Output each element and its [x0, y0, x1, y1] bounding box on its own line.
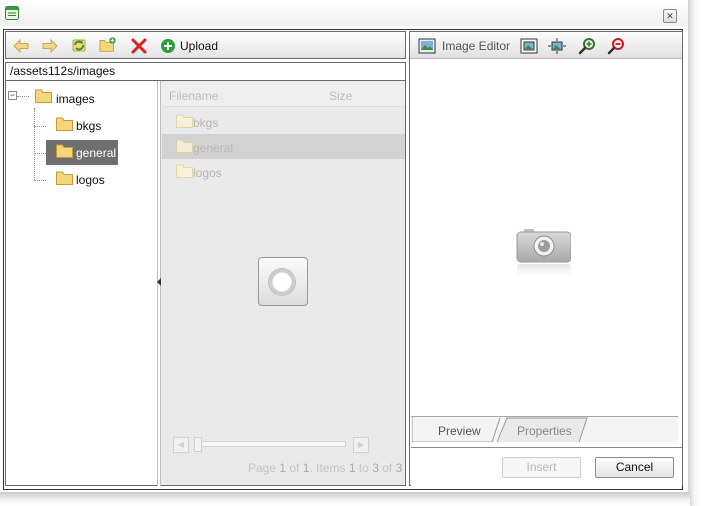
- total-items: 3: [395, 461, 403, 475]
- delete-icon[interactable]: [130, 37, 148, 55]
- tab-label: Properties: [517, 424, 572, 438]
- fit-icon[interactable]: [520, 37, 538, 55]
- file-row[interactable]: logos: [162, 159, 405, 184]
- tab-label: Preview: [438, 424, 481, 438]
- pager-text: of: [289, 461, 300, 475]
- current-page: 1: [279, 461, 287, 475]
- tree-connector: [34, 180, 46, 181]
- no-image-camera-icon: [515, 226, 572, 278]
- refresh-icon[interactable]: [70, 36, 88, 54]
- tree-connector: [34, 108, 35, 180]
- close-button[interactable]: ✕: [663, 9, 677, 23]
- file-row[interactable]: bkgs: [162, 109, 405, 134]
- pager-info: Page 1 of 1. Items 1 to 3 of 3: [248, 461, 402, 475]
- tab-properties[interactable]: Properties: [497, 417, 589, 442]
- items-to: 3: [372, 461, 379, 475]
- image-editor-button[interactable]: Image Editor: [442, 39, 510, 53]
- loading-spinner-icon: [268, 268, 296, 296]
- tree-connector: [34, 153, 46, 154]
- app-icon: [5, 6, 19, 20]
- scrollbar-thumb[interactable]: [194, 437, 202, 452]
- folder-icon: [56, 117, 73, 131]
- column-filename[interactable]: Filename: [169, 89, 218, 103]
- current-path: /assets112s/images: [5, 62, 406, 81]
- file-name: logos: [193, 166, 222, 180]
- column-size[interactable]: Size: [329, 89, 352, 103]
- folder-icon: [176, 139, 193, 153]
- tree-node-logos[interactable]: logos: [76, 173, 105, 187]
- folder-icon: [176, 164, 193, 178]
- close-icon: ✕: [666, 11, 674, 21]
- cancel-button[interactable]: Cancel: [595, 457, 674, 478]
- folder-icon: [35, 89, 52, 103]
- pager-text: Page: [248, 461, 277, 475]
- upload-icon[interactable]: [159, 37, 177, 55]
- forward-icon[interactable]: [41, 37, 59, 55]
- window-shadow-bottom: [0, 492, 690, 506]
- tree-connector: [34, 126, 46, 127]
- window-titlebar: [0, 0, 690, 26]
- zoom-in-icon[interactable]: [578, 37, 596, 55]
- collapse-toggle[interactable]: −: [8, 91, 17, 100]
- folder-icon: [176, 114, 193, 128]
- image-editor-icon[interactable]: [418, 37, 436, 55]
- file-name: general: [193, 141, 234, 155]
- pager-text: to: [358, 461, 369, 475]
- back-icon[interactable]: [12, 37, 30, 55]
- items-from: 1: [348, 461, 356, 475]
- pager-text: of: [382, 461, 393, 475]
- tab-preview[interactable]: Preview: [412, 417, 501, 442]
- window-shadow: [688, 0, 701, 506]
- tree-node-general[interactable]: general: [76, 146, 116, 160]
- file-row[interactable]: general: [162, 134, 405, 159]
- file-name: bkgs: [193, 116, 219, 130]
- scroll-right-button[interactable]: ▶: [353, 437, 369, 453]
- upload-button[interactable]: Upload: [180, 39, 218, 53]
- actual-size-icon[interactable]: [548, 37, 566, 55]
- horizontal-scrollbar[interactable]: [195, 441, 346, 447]
- tree-node-images[interactable]: images: [56, 92, 95, 106]
- zoom-out-icon[interactable]: [607, 37, 625, 55]
- insert-button[interactable]: Insert: [502, 457, 581, 478]
- pager-text: . Items: [309, 461, 346, 475]
- folder-icon: [56, 171, 73, 185]
- tree-node-bkgs[interactable]: bkgs: [76, 119, 101, 133]
- folder-icon: [56, 144, 73, 158]
- new-folder-icon[interactable]: [99, 36, 117, 54]
- scroll-left-button[interactable]: ◀: [173, 437, 189, 453]
- file-list-header: Filename Size: [162, 82, 405, 107]
- tree-connector: [17, 96, 29, 97]
